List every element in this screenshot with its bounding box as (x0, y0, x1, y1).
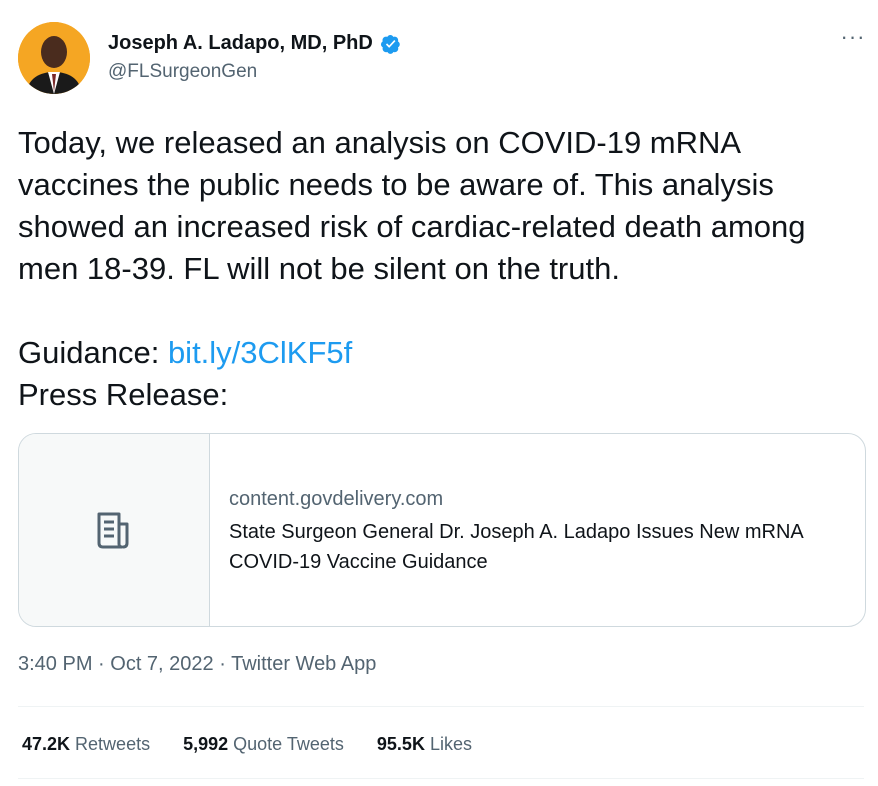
avatar[interactable] (18, 22, 90, 94)
likes-label: Likes (424, 734, 472, 754)
likes-stat[interactable]: 95.5K Likes (377, 734, 472, 755)
author-display-name[interactable]: Joseph A. Ladapo, MD, PhD (108, 32, 373, 55)
retweets-label: Retweets (70, 734, 151, 754)
meta-separator: · (213, 653, 232, 675)
retweets-count: 47.2K (22, 734, 71, 754)
card-thumbnail (19, 434, 210, 626)
more-horizontal-icon[interactable]: ··· (838, 26, 868, 50)
tweet-time[interactable]: 3:40 PM (18, 653, 92, 675)
tweet-meta: 3:40 PM · Oct 7, 2022 · Twitter Web App (18, 653, 376, 676)
retweets-stat[interactable]: 47.2K Retweets (22, 734, 150, 755)
guidance-link[interactable]: bit.ly/3ClKF5f (168, 335, 352, 370)
likes-count: 95.5K (376, 734, 425, 754)
tweet-date[interactable]: Oct 7, 2022 (110, 653, 213, 675)
guidance-label: Guidance: (18, 335, 168, 370)
tweet-paragraph: Today, we released an analysis on COVID-… (18, 125, 806, 286)
divider (18, 706, 864, 707)
verified-badge-icon (381, 34, 401, 54)
card-title: State Surgeon General Dr. Joseph A. Lada… (229, 521, 803, 573)
press-release-label: Press Release: (18, 377, 229, 412)
tweet-header: Joseph A. Ladapo, MD, PhD @FLSurgeonGen … (18, 22, 868, 98)
quote-tweets-count: 5,992 (183, 734, 229, 754)
meta-separator: · (92, 653, 111, 675)
engagement-stats: 47.2K Retweets 5,992 Quote Tweets 95.5K … (22, 734, 500, 755)
person-icon (18, 22, 90, 94)
author-handle[interactable]: @FLSurgeonGen (108, 61, 401, 83)
tweet-text: Today, we released an analysis on COVID-… (18, 122, 868, 416)
quote-tweets-label: Quote Tweets (228, 734, 344, 754)
divider (18, 778, 864, 779)
quote-tweets-stat[interactable]: 5,992 Quote Tweets (183, 734, 344, 755)
link-preview-card[interactable]: content.govdelivery.com State Surgeon Ge… (18, 433, 866, 627)
guidance-line: Guidance: bit.ly/3ClKF5f (18, 332, 868, 374)
tweet-source[interactable]: Twitter Web App (231, 653, 376, 675)
document-icon (97, 512, 129, 549)
card-domain: content.govdelivery.com (229, 488, 444, 510)
